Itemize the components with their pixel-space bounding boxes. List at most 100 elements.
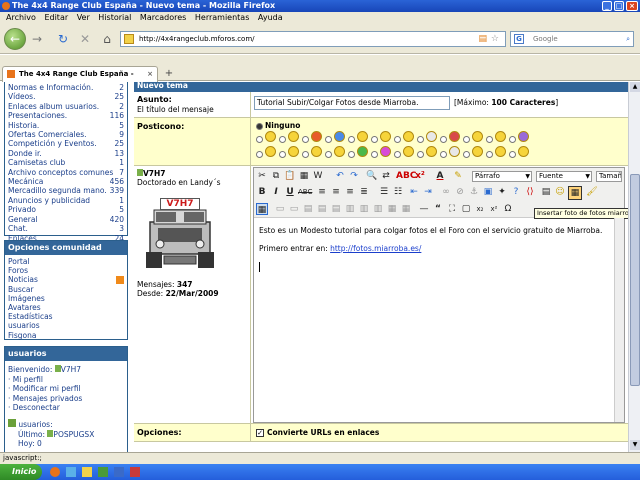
- posticon-option[interactable]: [348, 131, 371, 144]
- firefox-taskbar-icon[interactable]: [50, 467, 60, 477]
- menu-herramientas[interactable]: Herramientas: [195, 13, 250, 22]
- posticon-option[interactable]: [279, 146, 302, 159]
- tab-active[interactable]: The 4x4 Range Club España - Nuevo ... ×: [2, 66, 158, 92]
- visual-aid-icon[interactable]: ▢: [460, 203, 472, 215]
- delete-col-icon[interactable]: ▥: [372, 203, 384, 215]
- font-color-icon[interactable]: A: [434, 170, 446, 182]
- paragraph-select[interactable]: Párrafo ▼: [472, 171, 532, 182]
- subject-input[interactable]: Tutorial Subir/Colgar Fotos desde Miarro…: [254, 96, 450, 110]
- posticon-option[interactable]: [302, 131, 325, 144]
- size-select[interactable]: Tamaño: [596, 171, 622, 182]
- user-link-profile[interactable]: · Mi perfil: [8, 375, 124, 385]
- posticon-option[interactable]: [417, 131, 440, 144]
- cleanup-icon[interactable]: ✦: [496, 186, 508, 198]
- editor-body[interactable]: Esto es un Modesto tutorial para colgar …: [259, 226, 619, 272]
- posticon-option[interactable]: [417, 146, 440, 159]
- back-button[interactable]: ←: [4, 28, 26, 50]
- anchor-icon[interactable]: ⚓: [468, 186, 480, 198]
- paste-word-icon[interactable]: W: [312, 170, 324, 182]
- brush-icon[interactable]: 🖌: [586, 186, 598, 198]
- horizontal-rule-icon[interactable]: —: [418, 203, 430, 215]
- forum-stat-row[interactable]: Privado 5: [5, 205, 127, 214]
- posticon-option[interactable]: [371, 146, 394, 159]
- forum-stat-row[interactable]: Chat. 3: [5, 224, 127, 233]
- fullscreen-icon[interactable]: ⛶: [446, 203, 458, 215]
- forum-stat-row[interactable]: Mercadillo segunda mano. 339: [5, 186, 127, 195]
- forum-stat-row[interactable]: Normas e Información. 2: [5, 83, 127, 92]
- menu-historial[interactable]: Historial: [98, 13, 131, 22]
- posticon-option[interactable]: [325, 146, 348, 159]
- merge-cells-icon[interactable]: ▦: [400, 203, 412, 215]
- insert-col-before-icon[interactable]: ▥: [344, 203, 356, 215]
- delete-row-icon[interactable]: ▤: [330, 203, 342, 215]
- community-link-portal[interactable]: Portal: [5, 257, 127, 266]
- stop-button[interactable]: ✕: [78, 32, 92, 46]
- menu-ayuda[interactable]: Ayuda: [258, 13, 283, 22]
- copy-icon[interactable]: ⧉: [270, 170, 282, 182]
- checkbox-checked-icon[interactable]: ✓: [256, 429, 264, 437]
- align-left-icon[interactable]: ≡: [316, 186, 328, 198]
- reload-button[interactable]: ↻: [56, 32, 70, 46]
- posticon-option[interactable]: [509, 146, 532, 159]
- close-button[interactable]: ×: [626, 1, 638, 11]
- cut-icon[interactable]: ✂: [256, 170, 268, 182]
- media-icon[interactable]: ▤: [540, 186, 552, 198]
- posticon-option[interactable]: [463, 146, 486, 159]
- forum-stat-row[interactable]: Vídeos. 25: [5, 92, 127, 101]
- address-bar[interactable]: http://4x4rangeclub.mforos.com/ ▤ ☆: [120, 31, 506, 47]
- forum-stat-row[interactable]: Donde ir. 13: [5, 149, 127, 158]
- forum-stat-row[interactable]: Archivo conceptos comunes 7: [5, 168, 127, 177]
- indent-icon[interactable]: ⇥: [422, 186, 434, 198]
- search-icon[interactable]: ⌕: [626, 32, 630, 46]
- link-icon[interactable]: ∞: [440, 186, 452, 198]
- strikethrough-icon[interactable]: ABC: [298, 186, 312, 198]
- folder-taskbar-icon[interactable]: [82, 467, 92, 477]
- forum-stat-row[interactable]: Camisetas club 1: [5, 158, 127, 167]
- poster-name[interactable]: V7H7: [143, 169, 166, 178]
- emoticon-icon[interactable]: ☺: [554, 186, 566, 198]
- minimize-button[interactable]: _: [602, 1, 612, 11]
- insert-row-before-icon[interactable]: ▤: [302, 203, 314, 215]
- community-link-imagenes[interactable]: Imágenes: [5, 294, 127, 303]
- unlink-icon[interactable]: ⊘: [454, 186, 466, 198]
- forward-button[interactable]: →: [30, 32, 44, 46]
- posticon-option[interactable]: [348, 146, 371, 159]
- last-user-name[interactable]: POSPUGSX: [53, 430, 94, 439]
- page-scrollbar[interactable]: ▲ ▼: [628, 82, 640, 452]
- find-icon[interactable]: 🔍: [366, 170, 378, 182]
- posticon-option[interactable]: [486, 146, 509, 159]
- community-link-avatares[interactable]: Avatares: [5, 303, 127, 312]
- superscript-small-icon[interactable]: x²: [488, 203, 500, 215]
- spellcheck-icon[interactable]: ABC: [396, 170, 416, 182]
- paste-icon[interactable]: 📋: [284, 170, 296, 182]
- forum-stat-row[interactable]: Competición y Eventos. 25: [5, 139, 127, 148]
- posticon-option[interactable]: [463, 131, 486, 144]
- forum-stat-row[interactable]: Mecánica 456: [5, 177, 127, 186]
- superscript-icon[interactable]: x²: [414, 170, 426, 182]
- menu-marcadores[interactable]: Marcadores: [140, 13, 186, 22]
- tab-close-icon[interactable]: ×: [147, 67, 153, 81]
- welcome-username[interactable]: V7H7: [61, 365, 81, 374]
- cell-props-icon[interactable]: ▭: [288, 203, 300, 215]
- paste-text-icon[interactable]: ▦: [298, 170, 310, 182]
- italic-icon[interactable]: I: [270, 186, 282, 198]
- community-link-buscar[interactable]: Buscar: [5, 285, 127, 294]
- insert-photo-button[interactable]: ▦: [568, 186, 582, 200]
- insert-col-after-icon[interactable]: ▥: [358, 203, 370, 215]
- posticon-option[interactable]: [302, 146, 325, 159]
- posticon-option[interactable]: [256, 131, 279, 144]
- posticon-option[interactable]: [440, 131, 463, 144]
- media-taskbar-icon[interactable]: [130, 467, 140, 477]
- community-link-foros[interactable]: Foros: [5, 266, 127, 275]
- search-box[interactable]: G Google ⌕: [510, 31, 634, 47]
- scroll-thumb[interactable]: [630, 174, 640, 386]
- start-button[interactable]: Inicio: [0, 464, 42, 480]
- insert-row-after-icon[interactable]: ▤: [316, 203, 328, 215]
- split-cells-icon[interactable]: ▦: [386, 203, 398, 215]
- posticon-option[interactable]: [509, 131, 532, 144]
- forum-stat-row[interactable]: Anuncios y publicidad 1: [5, 196, 127, 205]
- editor-scrollbar[interactable]: [614, 218, 624, 422]
- bullet-list-icon[interactable]: ☰: [378, 186, 390, 198]
- subscript-icon[interactable]: x₂: [474, 203, 486, 215]
- forum-stat-row[interactable]: Presentaciones. 116: [5, 111, 127, 120]
